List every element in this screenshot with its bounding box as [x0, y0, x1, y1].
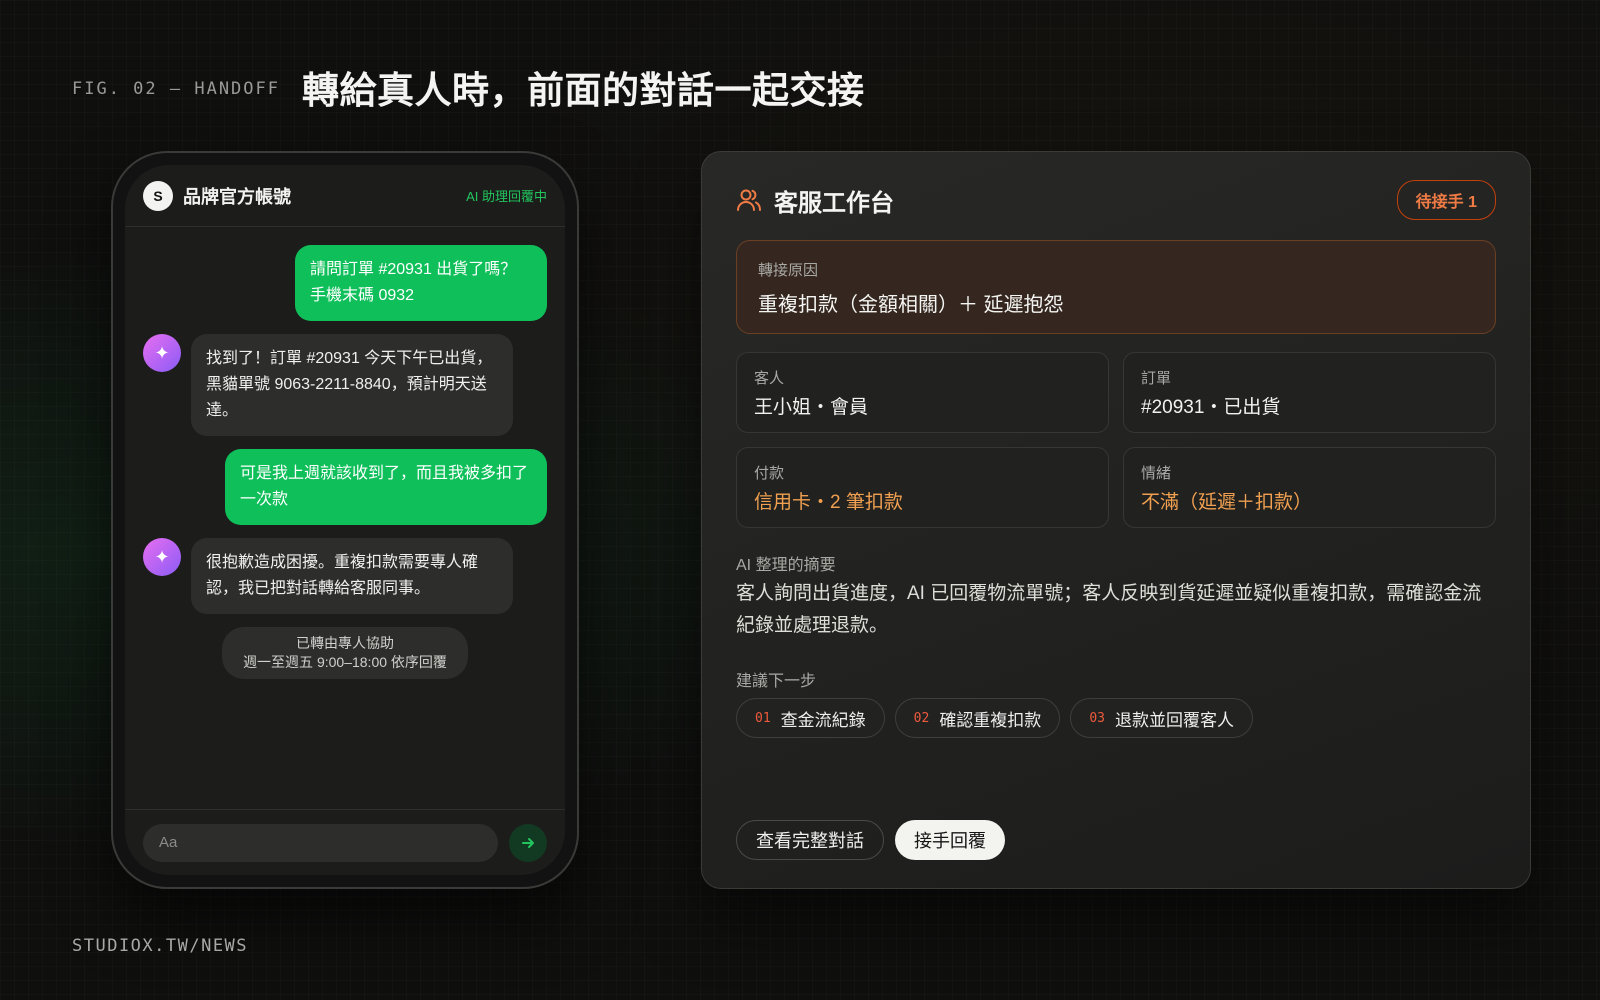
sparkle-icon: ✦	[143, 334, 181, 372]
mood-value: 不滿（延遲＋扣款）	[1141, 492, 1313, 513]
users-icon	[737, 189, 761, 211]
user-bubble: 請問訂單 #20931 出貨了嗎？手機末碼 0932	[295, 245, 547, 321]
step-number: 02	[913, 710, 930, 726]
summary-text: 客人詢問出貨進度，AI 已回覆物流單號；客人反映到貨延遲並疑似重複扣款，需確認金…	[736, 583, 1482, 636]
mood-label: 情緒	[1141, 465, 1172, 482]
next-step-chip[interactable]: 02 確認重複扣款	[894, 698, 1061, 738]
payment-label: 付款	[754, 465, 785, 482]
brand-avatar: S	[143, 180, 173, 211]
message-input[interactable]	[143, 823, 498, 862]
next-step-chip[interactable]: 03 退款並回覆客人	[1070, 698, 1253, 738]
message-row-user: 請問訂單 #20931 出貨了嗎？手機末碼 0932	[143, 245, 547, 321]
message-row-bot: ✦ 很抱歉造成困擾。重複扣款需要專人確認，我已把對話轉給客服同事。	[143, 538, 547, 614]
take-over-reply-button[interactable]: 接手回覆	[895, 820, 1005, 860]
view-full-conversation-button[interactable]: 查看完整對話	[736, 820, 884, 860]
ai-status: AI 助理回覆中	[466, 189, 547, 204]
arrow-right-icon	[522, 837, 534, 848]
send-button[interactable]	[509, 823, 547, 862]
phone-mockup: S 品牌官方帳號 AI 助理回覆中 請問訂單 #20931 出貨了嗎？手機末碼 …	[111, 151, 579, 889]
sparkle-icon: ✦	[143, 538, 181, 576]
customer-label: 客人	[754, 370, 785, 387]
handoff-note: 已轉由專人協助 週一至週五 9:00–18:00 依序回覆	[222, 627, 468, 679]
summary-label: AI 整理的摘要	[736, 557, 836, 574]
bot-bubble: 找到了！訂單 #20931 今天下午已出貨，黑貓單號 9063-2211-884…	[191, 334, 513, 436]
brand-name: 品牌官方帳號	[183, 186, 291, 207]
figure-title: 轉給真人時，前面的對話一起交接	[302, 70, 865, 111]
payment-value: 信用卡・2 筆扣款	[754, 492, 903, 513]
handoff-note-line1: 已轉由專人協助	[296, 635, 394, 651]
step-label: 確認重複扣款	[939, 710, 1042, 730]
order-card: 訂單 #20931・已出貨	[1123, 352, 1496, 433]
agent-workbench-panel: 客服工作台 待接手 1 轉接原因 重複扣款（金額相關）＋ 延遲抱怨 客人 王小姐…	[701, 151, 1531, 889]
panel-title: 客服工作台	[774, 189, 894, 217]
step-label: 退款並回覆客人	[1114, 710, 1234, 730]
pending-badge: 待接手 1	[1396, 180, 1496, 220]
footer-url: STUDIOX.TW/NEWS	[72, 936, 249, 956]
order-label: 訂單	[1141, 370, 1172, 387]
next-steps-list: 01 查金流紀錄 02 確認重複扣款 03 退款並回覆客人	[736, 698, 1253, 738]
step-label: 查金流紀錄	[780, 710, 866, 730]
next-step-chip[interactable]: 01 查金流紀錄	[736, 698, 885, 738]
order-value: #20931・已出貨	[1141, 397, 1281, 418]
figure-label: FIG. 02 — HANDOFF	[72, 79, 280, 99]
customer-value: 王小姐・會員	[754, 397, 869, 418]
reason-value: 重複扣款（金額相關）＋ 延遲抱怨	[758, 294, 1064, 316]
step-number: 01	[755, 710, 771, 726]
panel-header: 客服工作台 待接手 1	[736, 180, 1496, 220]
customer-card: 客人 王小姐・會員	[736, 352, 1109, 433]
message-row-user: 可是我上週就該收到了，而且我被多扣了一次款	[143, 449, 547, 525]
handoff-note-line2: 週一至週五 9:00–18:00 依序回覆	[243, 654, 447, 670]
bot-bubble: 很抱歉造成困擾。重複扣款需要專人確認，我已把對話轉給客服同事。	[191, 538, 513, 614]
message-list: 請問訂單 #20931 出貨了嗎？手機末碼 0932 ✦ 找到了！訂單 #209…	[125, 227, 565, 679]
chat-header: S 品牌官方帳號 AI 助理回覆中	[125, 165, 565, 227]
user-bubble: 可是我上週就該收到了，而且我被多扣了一次款	[225, 449, 547, 525]
next-steps-label: 建議下一步	[736, 673, 817, 690]
step-number: 03	[1089, 710, 1105, 726]
phone-screen: S 品牌官方帳號 AI 助理回覆中 請問訂單 #20931 出貨了嗎？手機末碼 …	[125, 165, 565, 875]
composer	[125, 809, 565, 875]
panel-actions: 查看完整對話 接手回覆	[736, 820, 1005, 860]
payment-card: 付款 信用卡・2 筆扣款	[736, 447, 1109, 528]
mood-card: 情緒 不滿（延遲＋扣款）	[1123, 447, 1496, 528]
handoff-reason-card: 轉接原因 重複扣款（金額相關）＋ 延遲抱怨	[736, 240, 1496, 334]
message-row-bot: ✦ 找到了！訂單 #20931 今天下午已出貨，黑貓單號 9063-2211-8…	[143, 334, 547, 436]
reason-label: 轉接原因	[758, 262, 819, 279]
